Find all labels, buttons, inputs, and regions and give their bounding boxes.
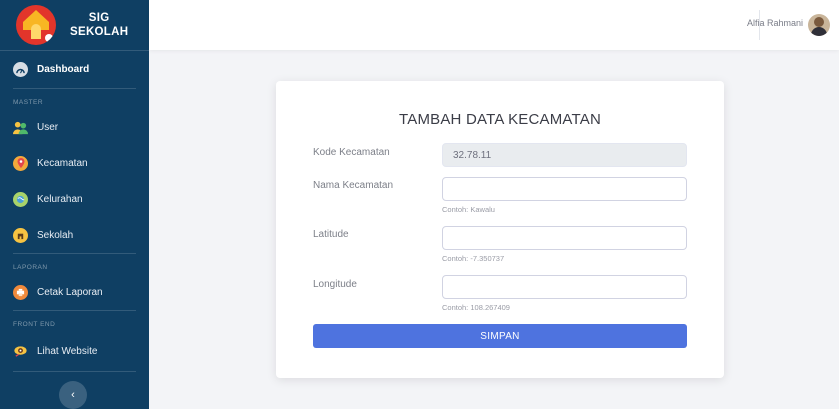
avatar[interactable] <box>808 14 830 36</box>
sidebar-item-label: Kecamatan <box>37 157 88 169</box>
sidebar-item-kelurahan[interactable]: Kelurahan <box>0 181 149 217</box>
longitude-field[interactable] <box>442 275 687 299</box>
longitude-label: Longitude <box>313 279 357 290</box>
sidebar-item-dashboard[interactable]: Dashboard <box>0 51 149 88</box>
sidebar-item-sekolah[interactable]: Sekolah <box>0 217 149 253</box>
latitude-hint: Contoh: -7.350737 <box>442 254 505 263</box>
brand-line-2: SEKOLAH <box>70 26 129 38</box>
user-name[interactable]: Alfia Rahmani <box>747 18 803 28</box>
eye-icon <box>13 344 28 359</box>
sidebar-item-label: User <box>37 121 59 133</box>
sidebar-heading-laporan: LAPORAN <box>13 264 48 271</box>
map-icon <box>13 191 28 207</box>
users-icon <box>13 120 28 135</box>
sidebar-item-label: Sekolah <box>37 229 74 241</box>
nama-kecamatan-field[interactable] <box>442 177 687 201</box>
printer-icon <box>13 284 28 300</box>
sidebar-item-label: Cetak Laporan <box>37 286 103 298</box>
simpan-button[interactable]: SIMPAN <box>313 324 687 348</box>
sidebar-item-label: Lihat Website <box>37 345 98 357</box>
latitude-field[interactable] <box>442 226 687 250</box>
location-pin-icon <box>13 155 28 171</box>
brand-title: SIG SEKOLAH <box>70 11 128 39</box>
school-logo-icon <box>16 5 56 45</box>
sidebar-item-label: Dashboard <box>37 64 90 75</box>
topbar: Alfia Rahmani <box>149 0 839 50</box>
kode-kecamatan-field[interactable] <box>442 143 687 167</box>
sidebar-item-lihat-website[interactable]: Lihat Website <box>0 331 149 371</box>
dashboard-icon <box>13 62 28 77</box>
sidebar: SIG SEKOLAH Dashboard MASTER User Kecama… <box>0 0 149 409</box>
school-icon <box>13 227 28 243</box>
sidebar-brand[interactable]: SIG SEKOLAH <box>0 0 149 51</box>
brand-line-1: SIG <box>88 12 110 24</box>
latitude-label: Latitude <box>313 229 349 240</box>
sidebar-heading-master: MASTER <box>13 99 44 106</box>
sidebar-item-user[interactable]: User <box>0 109 149 145</box>
kode-kecamatan-label: Kode Kecamatan <box>313 147 390 158</box>
longitude-hint: Contoh: 108.267409 <box>442 303 510 312</box>
sidebar-toggle-button[interactable]: ‹ <box>59 381 87 409</box>
sidebar-heading-frontend: FRONT END <box>13 321 56 328</box>
nama-kecamatan-label: Nama Kecamatan <box>313 180 394 191</box>
sidebar-item-label: Kelurahan <box>37 193 83 205</box>
nama-kecamatan-hint: Contoh: Kawalu <box>442 205 495 214</box>
chevron-left-icon: ‹ <box>71 389 75 401</box>
sidebar-item-kecamatan[interactable]: Kecamatan <box>0 145 149 181</box>
form-card: TAMBAH DATA KECAMATAN Kode Kecamatan Nam… <box>276 81 724 378</box>
sidebar-divider <box>13 371 136 372</box>
page-title: TAMBAH DATA KECAMATAN <box>399 111 601 128</box>
sidebar-item-cetak-laporan[interactable]: Cetak Laporan <box>0 274 149 310</box>
